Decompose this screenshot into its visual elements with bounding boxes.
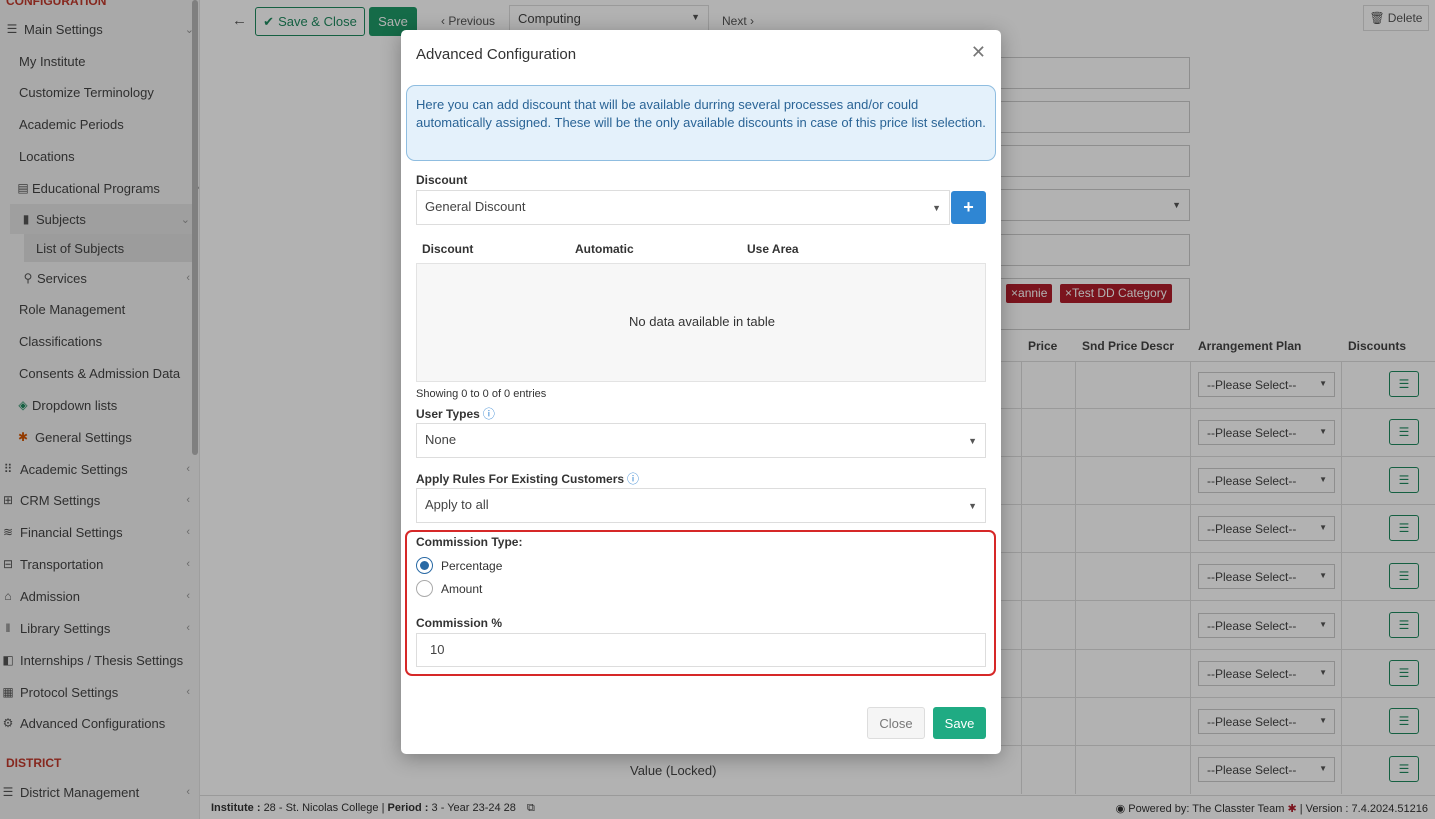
commission-pct-input[interactable]: 10 — [416, 633, 986, 667]
apply-rules-select[interactable]: Apply to all ▼ — [416, 488, 986, 523]
user-types-select[interactable]: None ▼ — [416, 423, 986, 458]
column-header-discount[interactable]: Discount — [422, 242, 473, 256]
column-header-automatic[interactable]: Automatic — [575, 242, 634, 256]
empty-table-message: No data available in table — [629, 314, 775, 329]
commission-pct-label: Commission % — [416, 616, 503, 630]
info-icon[interactable]: ⓘ — [627, 472, 639, 486]
apply-rules-label-text: Apply Rules For Existing Customers — [416, 472, 625, 486]
save-button[interactable]: Save — [933, 707, 986, 739]
table-entries-info: Showing 0 to 0 of 0 entries — [416, 388, 547, 400]
discount-select-value: General Discount — [425, 199, 526, 214]
radio-button[interactable] — [416, 580, 433, 597]
radio-label: Amount — [441, 581, 483, 596]
info-message: Here you can add discount that will be a… — [406, 85, 996, 161]
column-header-use-area[interactable]: Use Area — [747, 242, 799, 256]
user-types-label: User Types ⓘ — [416, 405, 495, 422]
apply-rules-select-value: Apply to all — [425, 497, 489, 512]
radio-percentage[interactable]: Percentage — [416, 557, 502, 574]
caret-down-icon: ▼ — [968, 436, 977, 446]
plus-icon: + — [963, 197, 974, 217]
radio-amount[interactable]: Amount — [416, 580, 482, 597]
user-types-select-value: None — [425, 432, 457, 447]
info-icon[interactable]: ⓘ — [483, 407, 495, 421]
user-types-label-text: User Types — [416, 407, 480, 421]
modal-title: Advanced Configuration — [416, 46, 577, 63]
radio-button[interactable] — [416, 557, 433, 574]
apply-rules-label: Apply Rules For Existing Customers ⓘ — [416, 470, 639, 487]
close-icon[interactable]: ✕ — [971, 42, 986, 63]
discount-select[interactable]: General Discount ▼ — [416, 190, 950, 225]
advanced-configuration-modal: Advanced Configuration ✕ Here you can ad… — [401, 30, 1001, 754]
caret-down-icon: ▼ — [968, 501, 977, 511]
radio-label: Percentage — [441, 558, 503, 573]
close-button[interactable]: Close — [867, 707, 925, 739]
commission-type-label: Commission Type: — [416, 535, 523, 549]
discount-label: Discount — [416, 173, 468, 187]
add-discount-button[interactable]: + — [951, 191, 986, 224]
discount-table: No data available in table — [416, 263, 986, 382]
caret-down-icon: ▼ — [932, 203, 941, 213]
